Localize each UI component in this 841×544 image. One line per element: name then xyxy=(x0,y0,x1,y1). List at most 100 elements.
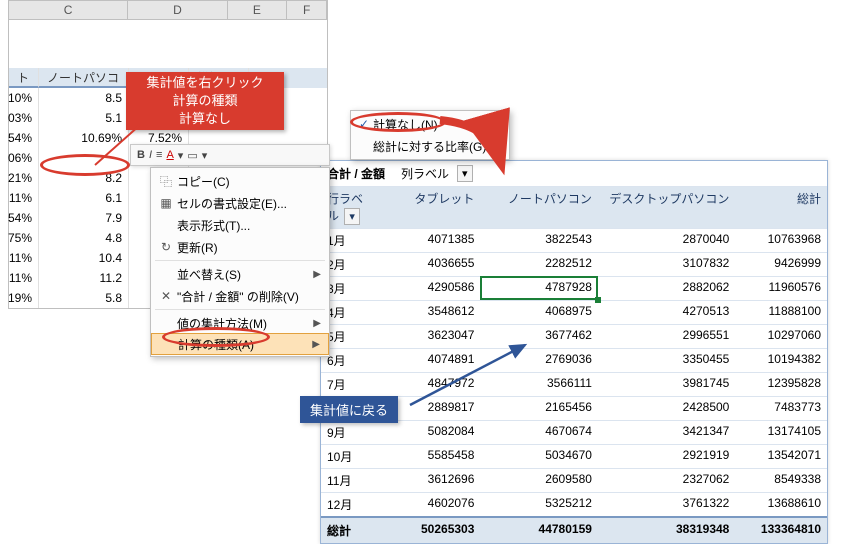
pivot-cell[interactable]: 2921919 xyxy=(598,444,735,468)
submenu-none[interactable]: ✓ 計算なし(N) xyxy=(351,113,509,135)
cell[interactable]: 10.4 xyxy=(39,248,129,268)
cell[interactable]: 10% xyxy=(9,88,39,108)
pivot-cell[interactable]: 2282512 xyxy=(480,252,598,276)
pivot-cell[interactable]: 2870040 xyxy=(598,228,735,252)
pivot-cell[interactable]: 10297060 xyxy=(735,324,827,348)
pivot-cell[interactable]: 3350455 xyxy=(598,348,735,372)
pivot-cell[interactable]: 11888100 xyxy=(735,300,827,324)
cell[interactable]: 10.69% xyxy=(39,128,129,148)
row-label[interactable]: 10月 xyxy=(321,444,381,468)
cell[interactable]: 8.2 xyxy=(39,168,129,188)
col-tablet[interactable]: タブレット xyxy=(381,186,481,228)
cell[interactable]: 4.8 xyxy=(39,228,129,248)
pivot-cell[interactable]: 5034670 xyxy=(480,444,598,468)
col-header-c[interactable]: C xyxy=(9,1,128,19)
bold-icon[interactable]: B xyxy=(137,149,145,161)
pivot-cell[interactable]: 7483773 xyxy=(735,396,827,420)
cell[interactable]: 21% xyxy=(9,168,39,188)
col-notebook[interactable]: ノートパソコン xyxy=(480,186,598,228)
col-header-f[interactable]: F xyxy=(287,1,327,19)
cell[interactable]: 06% xyxy=(9,148,39,168)
pivot-cell[interactable]: 3822543 xyxy=(480,228,598,252)
col-label-dropdown[interactable]: ▾ xyxy=(457,165,473,182)
pivot-cell[interactable]: 13688610 xyxy=(735,492,827,516)
cell[interactable]: 54% xyxy=(9,208,39,228)
menu-calc-type[interactable]: 計算の種類(A) ▶ xyxy=(151,333,329,355)
row-label-dropdown[interactable]: ▾ xyxy=(344,208,360,225)
pivot-cell[interactable]: 4074891 xyxy=(381,348,481,372)
pivot-cell[interactable]: 2769036 xyxy=(480,348,598,372)
pivot-cell[interactable]: 5082084 xyxy=(381,420,481,444)
pivot-cell[interactable]: 4670674 xyxy=(480,420,598,444)
menu-value-summarize[interactable]: 値の集計方法(M) ▶ xyxy=(151,312,329,334)
cell[interactable]: 6.1 xyxy=(39,188,129,208)
cell[interactable]: 54% xyxy=(9,128,39,148)
menu-display-format[interactable]: 表示形式(T)... xyxy=(151,214,329,236)
cell[interactable]: 03% xyxy=(9,108,39,128)
pivot-cell[interactable]: 13174105 xyxy=(735,420,827,444)
cell[interactable]: 7.9 xyxy=(39,208,129,228)
pivot-cell[interactable]: 3981745 xyxy=(598,372,735,396)
menu-remove-field[interactable]: ✕ "合計 / 金額" の削除(V) xyxy=(151,285,329,307)
pivot-cell[interactable]: 4071385 xyxy=(381,228,481,252)
pivot-cell[interactable]: 4847972 xyxy=(381,372,481,396)
pivot-cell[interactable]: 2996551 xyxy=(598,324,735,348)
pivot-cell[interactable]: 5585458 xyxy=(381,444,481,468)
row-label[interactable]: 9月 xyxy=(321,420,381,444)
col-desktop[interactable]: デスクトップパソコン xyxy=(598,186,735,228)
pivot-cell[interactable]: 10763968 xyxy=(735,228,827,252)
cell[interactable] xyxy=(39,148,129,168)
pivot-cell[interactable]: 8549338 xyxy=(735,468,827,492)
cell[interactable]: 19% xyxy=(9,288,39,308)
pivot-cell[interactable]: 2609580 xyxy=(480,468,598,492)
row-label[interactable]: 12月 xyxy=(321,492,381,516)
pivot-cell[interactable]: 3761322 xyxy=(598,492,735,516)
pivot-cell[interactable]: 3107832 xyxy=(598,252,735,276)
pivot-cell[interactable]: 4270513 xyxy=(598,300,735,324)
cell[interactable]: 75% xyxy=(9,228,39,248)
pivot-cell[interactable]: 2882062 xyxy=(598,276,735,300)
pivot-cell[interactable]: 3623047 xyxy=(381,324,481,348)
pivot-cell[interactable]: 4602076 xyxy=(381,492,481,516)
pivot-cell[interactable]: 10194382 xyxy=(735,348,827,372)
row-label[interactable]: 7月 xyxy=(321,372,381,396)
cell[interactable]: 11.2 xyxy=(39,268,129,288)
pivot-cell[interactable]: 4036655 xyxy=(381,252,481,276)
cell[interactable]: 5.1 xyxy=(39,108,129,128)
menu-refresh[interactable]: ↻ 更新(R) xyxy=(151,236,329,258)
pivot-cell[interactable]: 4787928 xyxy=(480,276,598,300)
mini-toolbar[interactable]: B I ≡ A ▾ ▭ ▾ xyxy=(130,144,330,166)
pivot-cell[interactable]: 3421347 xyxy=(598,420,735,444)
pivot-cell[interactable]: 3677462 xyxy=(480,324,598,348)
menu-sort[interactable]: 並べ替え(S) ▶ xyxy=(151,263,329,285)
cell[interactable]: 8.5 xyxy=(39,88,129,108)
pivot-cell[interactable]: 11960576 xyxy=(735,276,827,300)
col-header-d[interactable]: D xyxy=(128,1,227,19)
fill-color-icon[interactable]: ▭ xyxy=(187,149,197,162)
pivot-cell[interactable]: 4068975 xyxy=(480,300,598,324)
submenu-pct-total[interactable]: 総計に対する比率(G) xyxy=(351,135,509,157)
pivot-cell[interactable]: 2165456 xyxy=(480,396,598,420)
pivot-cell[interactable]: 3566111 xyxy=(480,372,598,396)
pivot-cell[interactable]: 2428500 xyxy=(598,396,735,420)
pivot-cell[interactable]: 3548612 xyxy=(381,300,481,324)
font-color-icon[interactable]: A xyxy=(166,149,173,161)
pivot-cell[interactable]: 5325212 xyxy=(480,492,598,516)
cell[interactable]: 11% xyxy=(9,188,39,208)
menu-format-cells[interactable]: ▦ セルの書式設定(E)... xyxy=(151,192,329,214)
row-label[interactable]: 11月 xyxy=(321,468,381,492)
italic-icon[interactable]: I xyxy=(149,149,152,161)
pivot-cell[interactable]: 3612696 xyxy=(381,468,481,492)
cell[interactable]: 11% xyxy=(9,248,39,268)
filter-icon: ▾ xyxy=(462,167,468,180)
pivot-cell[interactable]: 4290586 xyxy=(381,276,481,300)
menu-copy[interactable]: ⿻ コピー(C) xyxy=(151,170,329,192)
field-notebook[interactable]: ノートパソコ xyxy=(39,68,129,88)
pivot-cell[interactable]: 12395828 xyxy=(735,372,827,396)
cell[interactable]: 5.8 xyxy=(39,288,129,308)
pivot-cell[interactable]: 2327062 xyxy=(598,468,735,492)
cell[interactable]: 11% xyxy=(9,268,39,288)
col-header-e[interactable]: E xyxy=(228,1,288,19)
pivot-cell[interactable]: 13542071 xyxy=(735,444,827,468)
pivot-cell[interactable]: 9426999 xyxy=(735,252,827,276)
